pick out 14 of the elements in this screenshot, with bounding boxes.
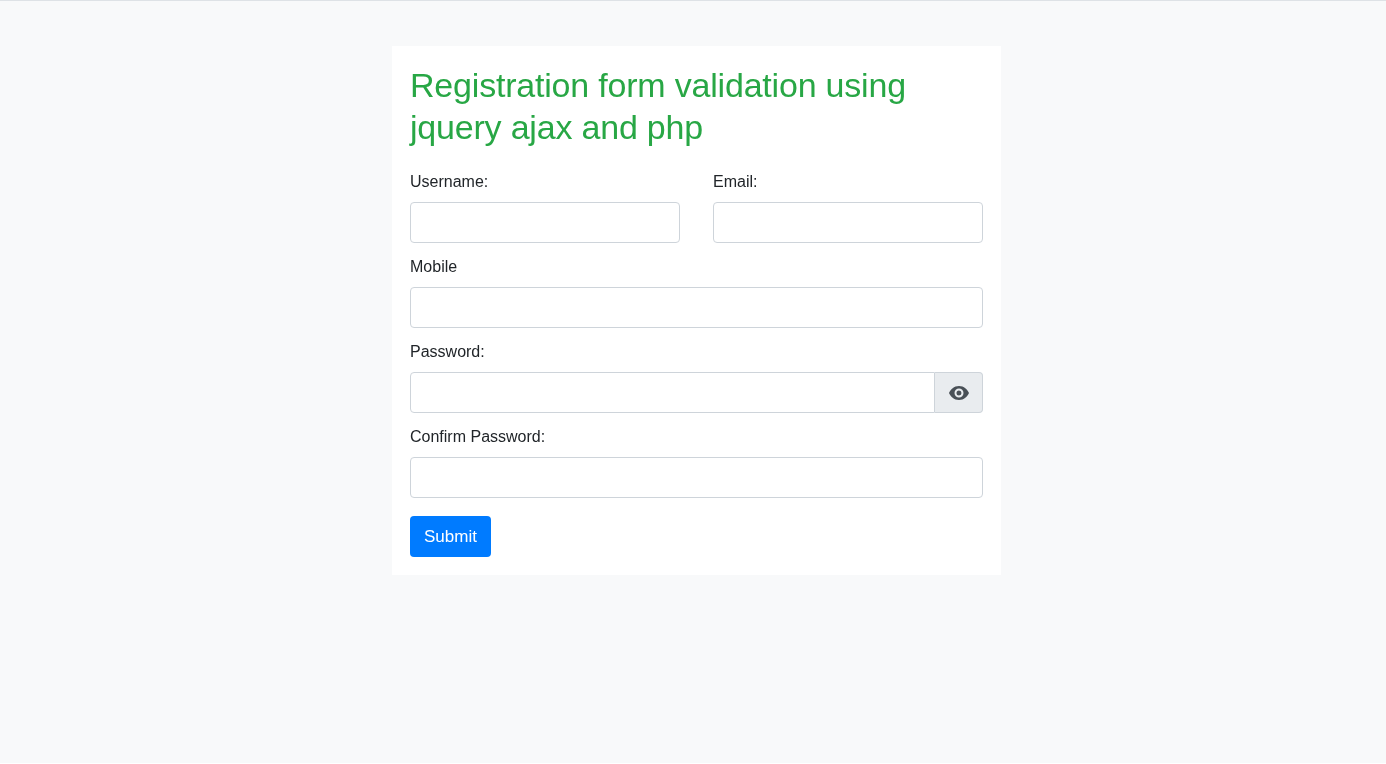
input-field[interactable] xyxy=(410,202,680,243)
show-password-button[interactable] xyxy=(935,372,983,413)
field-label: Email: xyxy=(713,172,758,192)
field-label: Password: xyxy=(410,342,485,362)
form-title: Registration form validation using jquery ajax and php xyxy=(410,65,907,148)
input-field[interactable] xyxy=(410,457,983,498)
eye-icon xyxy=(948,385,969,400)
field-label: Confirm Password: xyxy=(410,427,546,447)
field-label: Username: xyxy=(410,172,489,192)
input-field[interactable] xyxy=(713,202,983,243)
password-field[interactable] xyxy=(410,372,935,413)
submit-button[interactable]: Submit xyxy=(410,516,491,557)
input-field[interactable] xyxy=(410,287,983,328)
field-label: Mobile xyxy=(410,257,458,277)
